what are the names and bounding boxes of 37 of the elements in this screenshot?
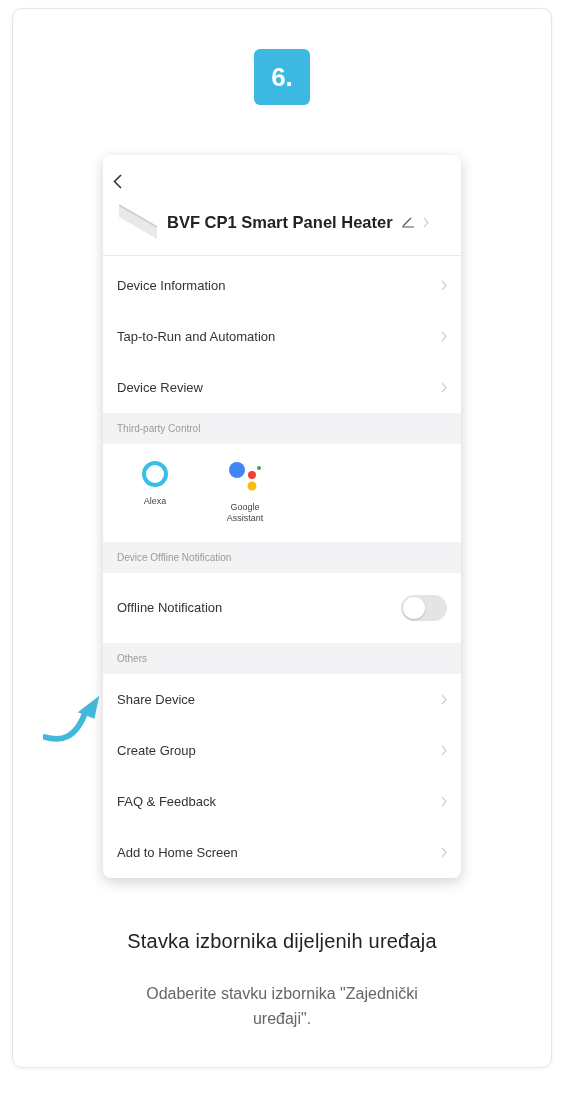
integration-label: Alexa: [143, 496, 167, 507]
menu-item[interactable]: Tap-to-Run and Automation: [103, 311, 461, 362]
menu-item-label: FAQ & Feedback: [117, 792, 216, 811]
chevron-icon: [422, 217, 429, 229]
menu-item[interactable]: FAQ & Feedback: [103, 776, 461, 827]
chevron-icon: [441, 847, 447, 858]
menu-item[interactable]: Device Review: [103, 362, 461, 413]
section-header: Others: [103, 643, 461, 674]
toggle-switch[interactable]: [401, 595, 447, 621]
menu-item-label: Device Information: [117, 276, 226, 295]
step-description: Odaberite stavku izbornika "Zajednički uređaji".: [145, 984, 419, 1029]
chevron-icon: [441, 331, 447, 342]
menu-item-label: Share Device: [117, 690, 196, 709]
ring-logo-icon[interactable]: [141, 460, 169, 488]
menu-item[interactable]: Add to Home Screen: [103, 827, 461, 878]
integration-label: Google Assistant: [225, 502, 265, 524]
menu-item[interactable]: Share Device: [103, 674, 461, 725]
menu-item-label: Create Group: [117, 741, 196, 760]
section-header: Third-party Control: [103, 413, 461, 444]
heater-image: [117, 203, 159, 241]
setting-label: Offline Notification: [117, 599, 223, 618]
menu-item-label: Tap-to-Run and Automation: [117, 327, 276, 346]
back-icon[interactable]: [113, 174, 122, 190]
chevron-icon: [441, 382, 447, 393]
chevron-icon: [441, 280, 447, 291]
step-title: Stavka izbornika dijeljenih uređaja: [126, 929, 438, 954]
menu-item-label: Device Review: [117, 378, 203, 397]
chevron-icon: [441, 796, 447, 807]
section-header: Device Offline Notification: [103, 542, 461, 573]
menu-item-label: Add to Home Screen: [117, 843, 238, 862]
menu-item[interactable]: Create Group: [103, 725, 461, 776]
menu-item[interactable]: Device Information: [103, 260, 461, 311]
chevron-icon: [441, 745, 447, 756]
step-badge: 6.: [254, 49, 310, 105]
chevron-icon: [441, 694, 447, 705]
pencil-icon[interactable]: [400, 216, 415, 228]
device-name: BVF CP1 Smart Panel Heater: [167, 211, 393, 233]
